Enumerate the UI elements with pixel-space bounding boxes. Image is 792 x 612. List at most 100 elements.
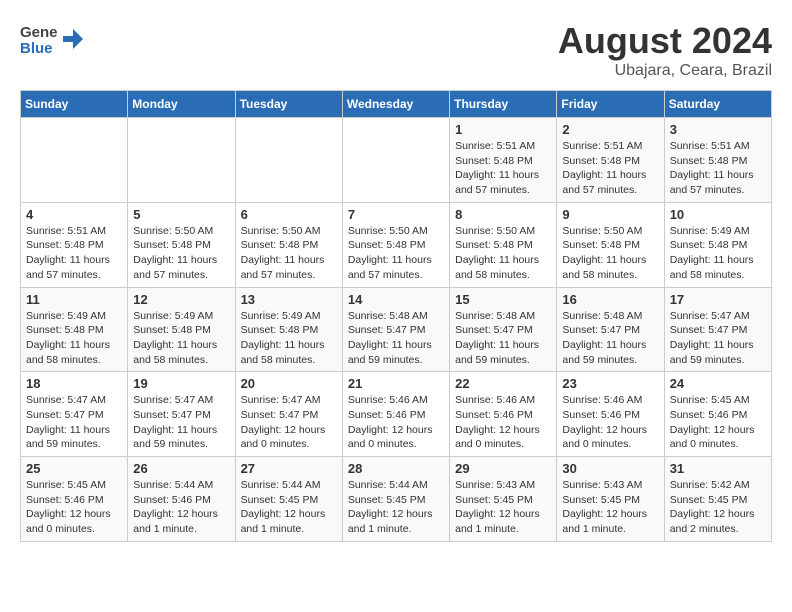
day-number: 3	[670, 122, 766, 137]
col-wednesday: Wednesday	[342, 91, 449, 118]
col-saturday: Saturday	[664, 91, 771, 118]
calendar-cell: 13 Sunrise: 5:49 AM Sunset: 5:48 PM Dayli…	[235, 287, 342, 372]
calendar-cell: 17 Sunrise: 5:47 AM Sunset: 5:47 PM Dayli…	[664, 287, 771, 372]
logo: General Blue	[20, 20, 84, 58]
day-info: Sunrise: 5:46 AM Sunset: 5:46 PM Dayligh…	[455, 393, 551, 452]
calendar-cell: 19 Sunrise: 5:47 AM Sunset: 5:47 PM Dayli…	[128, 372, 235, 457]
calendar-cell: 3Sunrise: 5:51 AM Sunset: 5:48 PM Daylig…	[664, 118, 771, 203]
day-info: Sunrise: 5:44 AM Sunset: 5:45 PM Dayligh…	[241, 478, 337, 537]
calendar-cell: 11 Sunrise: 5:49 AM Sunset: 5:48 PM Dayli…	[21, 287, 128, 372]
calendar-cell: 9Sunrise: 5:50 AM Sunset: 5:48 PM Daylig…	[557, 202, 664, 287]
month-year: August 2024	[558, 20, 772, 62]
svg-text:General: General	[20, 24, 58, 41]
day-number: 24	[670, 376, 766, 391]
day-number: 14	[348, 292, 444, 307]
calendar-cell: 2 Sunrise: 5:51 AM Sunset: 5:48 PM Daylig…	[557, 118, 664, 203]
calendar-cell: 31Sunrise: 5:42 AM Sunset: 5:45 PM Dayli…	[664, 457, 771, 542]
day-info: Sunrise: 5:51 AM Sunset: 5:48 PM Dayligh…	[455, 139, 551, 198]
day-info: Sunrise: 5:51 AM Sunset: 5:48 PM Dayligh…	[562, 139, 658, 198]
day-number: 9	[562, 207, 658, 222]
day-info: Sunrise: 5:50 AM Sunset: 5:48 PM Dayligh…	[455, 224, 551, 283]
day-number: 26	[133, 461, 229, 476]
calendar-cell: 29Sunrise: 5:43 AM Sunset: 5:45 PM Dayli…	[450, 457, 557, 542]
day-info: Sunrise: 5:51 AM Sunset: 5:48 PM Dayligh…	[26, 224, 122, 283]
calendar-cell	[128, 118, 235, 203]
calendar-cell: 30 Sunrise: 5:43 AM Sunset: 5:45 PM Dayli…	[557, 457, 664, 542]
calendar-cell: 23Sunrise: 5:46 AM Sunset: 5:46 PM Dayli…	[557, 372, 664, 457]
day-number: 12	[133, 292, 229, 307]
day-number: 16	[562, 292, 658, 307]
day-info: Sunrise: 5:49 AM Sunset: 5:48 PM Dayligh…	[241, 309, 337, 368]
calendar-cell: 20 Sunrise: 5:47 AM Sunset: 5:47 PM Dayli…	[235, 372, 342, 457]
title-block: August 2024 Ubajara, Ceara, Brazil	[558, 20, 772, 80]
day-number: 2	[562, 122, 658, 137]
calendar-cell: 22 Sunrise: 5:46 AM Sunset: 5:46 PM Dayli…	[450, 372, 557, 457]
calendar-cell: 27 Sunrise: 5:44 AM Sunset: 5:45 PM Dayli…	[235, 457, 342, 542]
day-number: 5	[133, 207, 229, 222]
day-number: 20	[241, 376, 337, 391]
day-info: Sunrise: 5:50 AM Sunset: 5:48 PM Dayligh…	[133, 224, 229, 283]
calendar-cell: 7Sunrise: 5:50 AM Sunset: 5:48 PM Daylig…	[342, 202, 449, 287]
calendar-cell: 15 Sunrise: 5:48 AM Sunset: 5:47 PM Dayli…	[450, 287, 557, 372]
day-number: 17	[670, 292, 766, 307]
day-number: 4	[26, 207, 122, 222]
calendar-header-row: Sunday Monday Tuesday Wednesday Thursday…	[21, 91, 772, 118]
day-info: Sunrise: 5:50 AM Sunset: 5:48 PM Dayligh…	[348, 224, 444, 283]
svg-text:Blue: Blue	[20, 40, 53, 57]
day-info: Sunrise: 5:45 AM Sunset: 5:46 PM Dayligh…	[26, 478, 122, 537]
day-number: 15	[455, 292, 551, 307]
calendar-cell: 21Sunrise: 5:46 AM Sunset: 5:46 PM Dayli…	[342, 372, 449, 457]
day-info: Sunrise: 5:47 AM Sunset: 5:47 PM Dayligh…	[670, 309, 766, 368]
day-number: 25	[26, 461, 122, 476]
day-info: Sunrise: 5:49 AM Sunset: 5:48 PM Dayligh…	[670, 224, 766, 283]
calendar-cell: 14 Sunrise: 5:48 AM Sunset: 5:47 PM Dayli…	[342, 287, 449, 372]
day-number: 13	[241, 292, 337, 307]
day-info: Sunrise: 5:47 AM Sunset: 5:47 PM Dayligh…	[133, 393, 229, 452]
day-info: Sunrise: 5:43 AM Sunset: 5:45 PM Dayligh…	[562, 478, 658, 537]
location: Ubajara, Ceara, Brazil	[558, 62, 772, 80]
col-tuesday: Tuesday	[235, 91, 342, 118]
day-info: Sunrise: 5:43 AM Sunset: 5:45 PM Dayligh…	[455, 478, 551, 537]
day-number: 30	[562, 461, 658, 476]
day-number: 11	[26, 292, 122, 307]
day-info: Sunrise: 5:49 AM Sunset: 5:48 PM Dayligh…	[26, 309, 122, 368]
col-sunday: Sunday	[21, 91, 128, 118]
page-header: General Blue August 2024 Ubajara, Ceara,…	[20, 20, 772, 80]
day-info: Sunrise: 5:47 AM Sunset: 5:47 PM Dayligh…	[26, 393, 122, 452]
day-number: 19	[133, 376, 229, 391]
day-info: Sunrise: 5:44 AM Sunset: 5:45 PM Dayligh…	[348, 478, 444, 537]
calendar-cell	[342, 118, 449, 203]
logo-arrow	[62, 28, 84, 50]
day-number: 27	[241, 461, 337, 476]
calendar-week-5: 25 Sunrise: 5:45 AM Sunset: 5:46 PM Dayli…	[21, 457, 772, 542]
calendar-week-4: 18 Sunrise: 5:47 AM Sunset: 5:47 PM Dayli…	[21, 372, 772, 457]
calendar-cell: 10 Sunrise: 5:49 AM Sunset: 5:48 PM Dayli…	[664, 202, 771, 287]
day-number: 8	[455, 207, 551, 222]
calendar-cell: 5 Sunrise: 5:50 AM Sunset: 5:48 PM Daylig…	[128, 202, 235, 287]
calendar-cell: 4 Sunrise: 5:51 AM Sunset: 5:48 PM Daylig…	[21, 202, 128, 287]
day-number: 6	[241, 207, 337, 222]
day-number: 18	[26, 376, 122, 391]
day-number: 22	[455, 376, 551, 391]
day-info: Sunrise: 5:48 AM Sunset: 5:47 PM Dayligh…	[455, 309, 551, 368]
calendar-week-3: 11 Sunrise: 5:49 AM Sunset: 5:48 PM Dayli…	[21, 287, 772, 372]
day-info: Sunrise: 5:46 AM Sunset: 5:46 PM Dayligh…	[348, 393, 444, 452]
day-info: Sunrise: 5:48 AM Sunset: 5:47 PM Dayligh…	[348, 309, 444, 368]
day-number: 10	[670, 207, 766, 222]
day-info: Sunrise: 5:44 AM Sunset: 5:46 PM Dayligh…	[133, 478, 229, 537]
calendar-cell: 6 Sunrise: 5:50 AM Sunset: 5:48 PM Daylig…	[235, 202, 342, 287]
calendar-cell: 16Sunrise: 5:48 AM Sunset: 5:47 PM Dayli…	[557, 287, 664, 372]
day-number: 1	[455, 122, 551, 137]
logo-svg: General Blue	[20, 20, 58, 58]
calendar-table: Sunday Monday Tuesday Wednesday Thursday…	[20, 90, 772, 542]
day-info: Sunrise: 5:47 AM Sunset: 5:47 PM Dayligh…	[241, 393, 337, 452]
day-info: Sunrise: 5:42 AM Sunset: 5:45 PM Dayligh…	[670, 478, 766, 537]
calendar-cell: 24 Sunrise: 5:45 AM Sunset: 5:46 PM Dayli…	[664, 372, 771, 457]
day-info: Sunrise: 5:50 AM Sunset: 5:48 PM Dayligh…	[241, 224, 337, 283]
day-info: Sunrise: 5:46 AM Sunset: 5:46 PM Dayligh…	[562, 393, 658, 452]
calendar-cell: 28Sunrise: 5:44 AM Sunset: 5:45 PM Dayli…	[342, 457, 449, 542]
calendar-cell: 18 Sunrise: 5:47 AM Sunset: 5:47 PM Dayli…	[21, 372, 128, 457]
calendar-cell: 1 Sunrise: 5:51 AM Sunset: 5:48 PM Daylig…	[450, 118, 557, 203]
col-thursday: Thursday	[450, 91, 557, 118]
day-info: Sunrise: 5:45 AM Sunset: 5:46 PM Dayligh…	[670, 393, 766, 452]
